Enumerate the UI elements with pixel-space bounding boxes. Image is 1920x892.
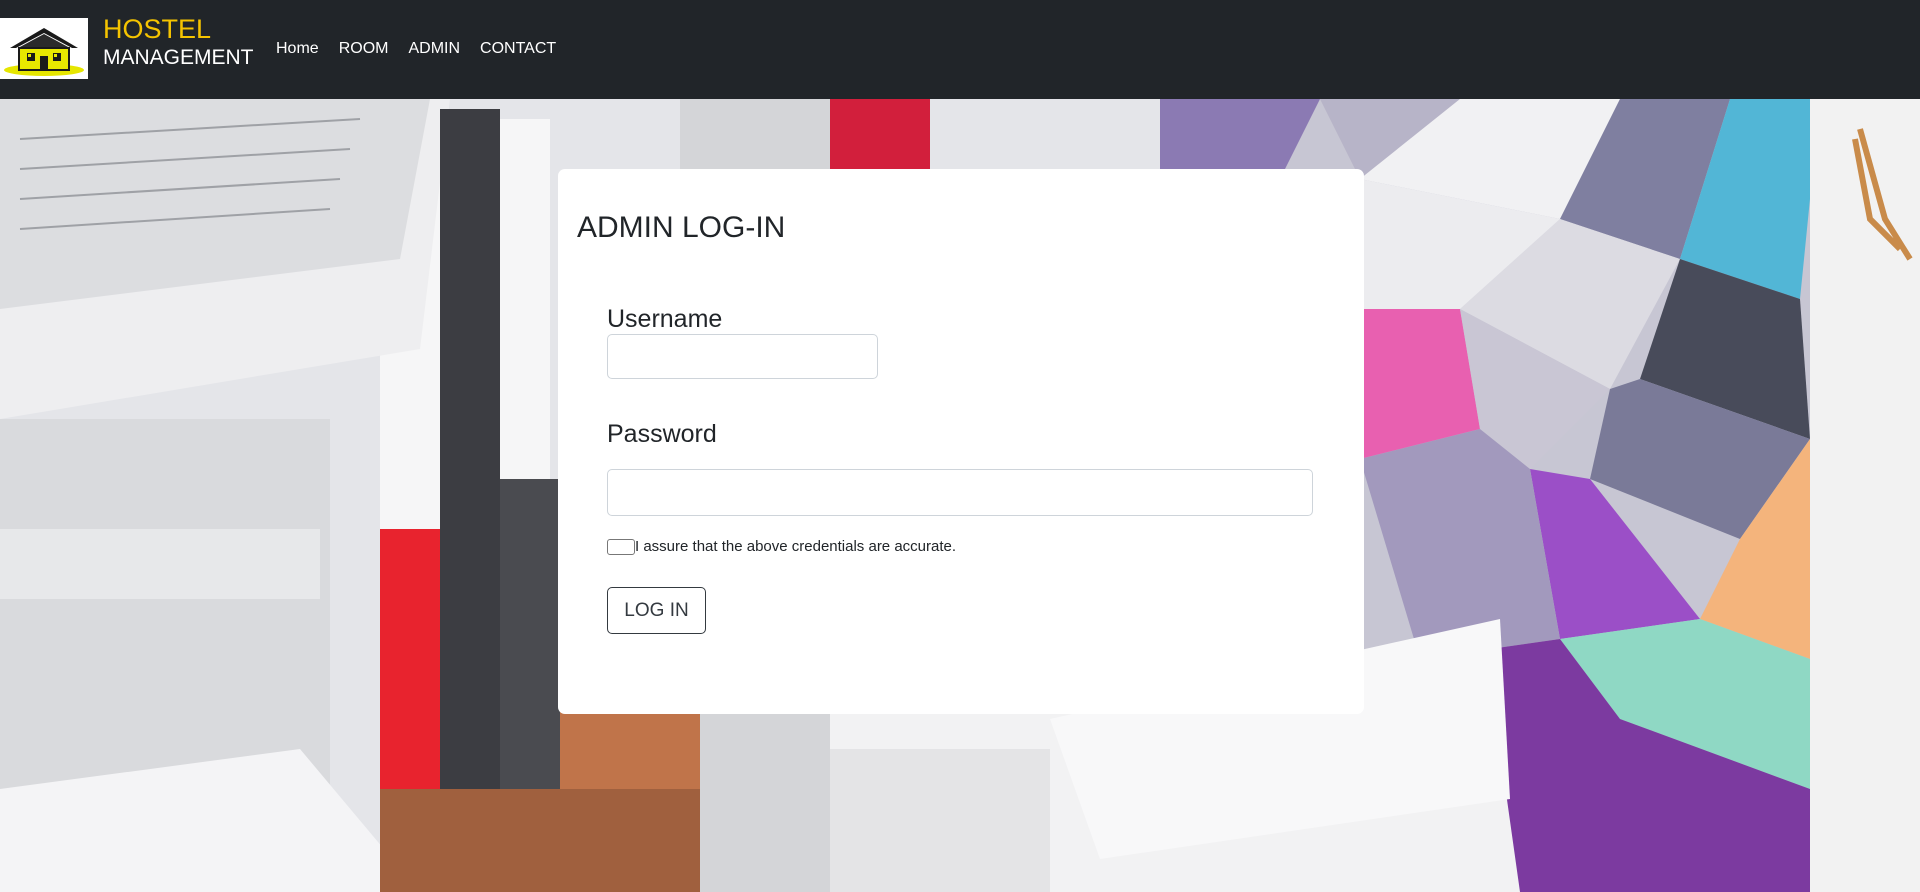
- assurance-row: I assure that the above credentials are …: [607, 538, 956, 555]
- main-nav: Home ROOM ADMIN CONTACT: [276, 40, 576, 58]
- brand-line-2: MANAGEMENT: [103, 46, 254, 69]
- assurance-checkbox[interactable]: [607, 538, 635, 555]
- username-input[interactable]: [607, 334, 878, 379]
- brand-line-1: HOSTEL: [103, 14, 212, 44]
- assurance-label: I assure that the above credentials are …: [635, 538, 957, 555]
- password-label: Password: [607, 420, 717, 448]
- nav-link-room[interactable]: ROOM: [339, 40, 389, 58]
- nav-link-admin[interactable]: ADMIN: [408, 40, 460, 58]
- nav-link-contact[interactable]: CONTACT: [480, 40, 556, 58]
- brand-name[interactable]: HOSTEL MANAGEMENT: [103, 14, 254, 69]
- top-navbar: HOSTEL MANAGEMENT Home ROOM ADMIN CONTAC…: [0, 0, 1920, 99]
- house-icon[interactable]: [0, 18, 88, 79]
- login-button[interactable]: LOG IN: [607, 587, 706, 634]
- password-input[interactable]: [607, 469, 1313, 516]
- login-title: ADMIN LOG-IN: [577, 211, 786, 244]
- admin-login-card: ADMIN LOG-IN Username Password I assure …: [558, 169, 1364, 714]
- nav-link-home[interactable]: Home: [276, 40, 319, 58]
- username-label: Username: [607, 305, 723, 333]
